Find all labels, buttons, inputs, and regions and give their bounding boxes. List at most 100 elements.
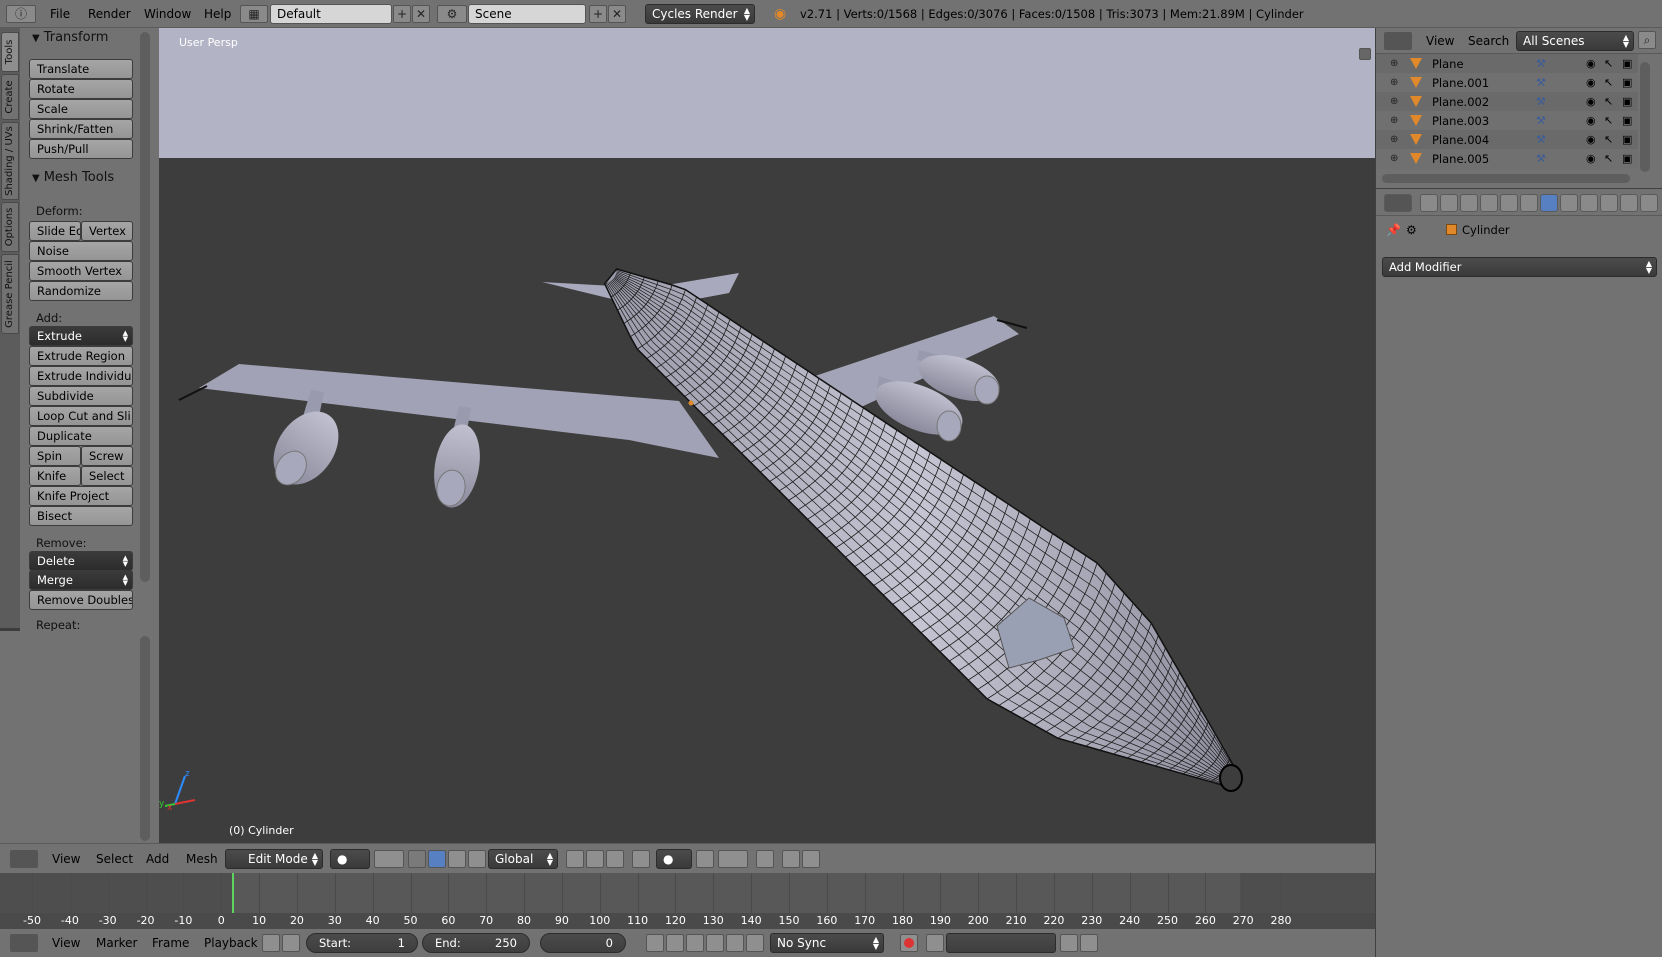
transform-panel-header[interactable]: ▼ Transform [32, 28, 108, 48]
scene-icon[interactable]: ⚙ [437, 5, 467, 23]
expand-icon[interactable]: ⊕ [1390, 73, 1398, 93]
texture-tab-icon[interactable] [1600, 194, 1618, 212]
visibility-eye-icon[interactable]: ◉ [1586, 130, 1596, 150]
tool-shelf-scrollbar[interactable] [140, 32, 150, 582]
visibility-eye-icon[interactable]: ◉ [1586, 54, 1596, 74]
selectability-cursor-icon[interactable]: ↖ [1604, 73, 1613, 93]
lock-frame-icon[interactable] [282, 934, 300, 952]
slide-vertex-button[interactable]: Vertex [81, 221, 133, 241]
particles-tab-icon[interactable] [1620, 194, 1638, 212]
scale-button[interactable]: Scale [29, 99, 133, 119]
selectability-cursor-icon[interactable]: ↖ [1604, 92, 1613, 112]
material-tab-icon[interactable] [1580, 194, 1598, 212]
add-modifier-dropdown[interactable]: Add Modifier ▲ ▼ [1382, 257, 1657, 277]
slide-edge-button[interactable]: Slide Ed [29, 221, 81, 241]
tab-grease-pencil[interactable]: Grease Pencil [1, 254, 19, 334]
jump-start-icon[interactable] [646, 934, 664, 952]
remove-scene-icon[interactable]: ✕ [608, 5, 626, 23]
visibility-eye-icon[interactable]: ◉ [1586, 73, 1596, 93]
extrude-region-button[interactable]: Extrude Region [29, 346, 133, 366]
translate-manipulator-icon[interactable] [428, 850, 446, 868]
smooth-vertex-button[interactable]: Smooth Vertex [29, 261, 133, 281]
screw-button[interactable]: Screw [81, 446, 133, 466]
extrude-dropdown[interactable]: Extrude ▲ ▼ [29, 326, 133, 346]
scenes-dropdown[interactable]: All Scenes ▲ ▼ [1516, 31, 1634, 51]
menu-view[interactable]: View [52, 928, 80, 957]
prev-keyframe-icon[interactable] [666, 934, 684, 952]
expand-icon[interactable]: ⊕ [1390, 149, 1398, 169]
spin-button[interactable]: Spin [29, 446, 81, 466]
current-frame-indicator[interactable] [232, 873, 234, 913]
bisect-button[interactable]: Bisect [29, 506, 133, 526]
outliner-horizontal-scrollbar[interactable] [1382, 174, 1630, 183]
knife-select-button[interactable]: Select [81, 466, 133, 486]
outliner-row[interactable]: ⊕ Plane.003 ⚒ ◉ ↖ ▣ [1376, 111, 1638, 131]
menu-render[interactable]: Render [88, 0, 131, 28]
outliner-row[interactable]: ⊕ Plane.004 ⚒ ◉ ↖ ▣ [1376, 130, 1638, 150]
keying-set-field[interactable] [946, 933, 1056, 953]
menu-view[interactable]: View [52, 844, 80, 874]
world-tab-icon[interactable] [1480, 194, 1498, 212]
delete-keyframe-icon[interactable] [1080, 934, 1098, 952]
add-scene-icon[interactable]: + [589, 5, 607, 23]
selectability-cursor-icon[interactable]: ↖ [1604, 111, 1613, 131]
render-camera-icon[interactable]: ▣ [1622, 149, 1632, 169]
record-icon[interactable] [900, 934, 918, 952]
visibility-eye-icon[interactable]: ◉ [1586, 111, 1596, 131]
render-preview-icon[interactable] [782, 850, 800, 868]
render-tab-icon[interactable] [1420, 194, 1438, 212]
orientation-dropdown[interactable]: Global ▲ ▼ [488, 849, 558, 869]
menu-marker[interactable]: Marker [96, 928, 137, 957]
pivot-point-icon[interactable] [374, 850, 404, 868]
constraints-tab-icon[interactable] [1520, 194, 1538, 212]
render-camera-icon[interactable]: ▣ [1622, 92, 1632, 112]
scene-field[interactable]: Scene [468, 4, 586, 24]
menu-view[interactable]: View [1426, 27, 1454, 55]
mode-dropdown[interactable]: Edit Mode ▲ ▼ [225, 849, 323, 869]
visibility-eye-icon[interactable]: ◉ [1586, 149, 1596, 169]
loop-cut-button[interactable]: Loop Cut and Sli... [29, 406, 133, 426]
selectability-cursor-icon[interactable]: ↖ [1604, 149, 1613, 169]
duplicate-button[interactable]: Duplicate [29, 426, 133, 446]
push-pull-button[interactable]: Push/Pull [29, 139, 133, 159]
render-camera-icon[interactable]: ▣ [1622, 73, 1632, 93]
jump-end-icon[interactable] [746, 934, 764, 952]
airplane-model[interactable] [159, 28, 1375, 843]
render-animation-icon[interactable] [802, 850, 820, 868]
subdivide-button[interactable]: Subdivide [29, 386, 133, 406]
delete-dropdown[interactable]: Delete ▲ ▼ [29, 551, 133, 571]
modifiers-tab-icon[interactable] [1540, 194, 1558, 212]
current-frame-field[interactable]: 0 [540, 933, 626, 953]
insert-keyframe-icon[interactable] [1060, 934, 1078, 952]
menu-add[interactable]: Add [146, 844, 169, 874]
preview-range-icon[interactable] [262, 934, 280, 952]
menu-search[interactable]: Search [1468, 27, 1509, 55]
remove-screen-icon[interactable]: ✕ [412, 5, 430, 23]
end-frame-field[interactable]: End: 250 [422, 933, 530, 953]
operator-panel-scrollbar[interactable] [140, 636, 150, 841]
proportional-edit-dropdown[interactable]: ● [656, 849, 692, 869]
outliner-scrollbar[interactable] [1640, 62, 1650, 172]
3d-viewport[interactable]: User Persp z y x (0) Cylinder [159, 28, 1375, 843]
expand-icon[interactable]: ⊕ [1390, 92, 1398, 112]
menu-help[interactable]: Help [204, 0, 231, 28]
rotate-manipulator-icon[interactable] [448, 850, 466, 868]
rotate-button[interactable]: Rotate [29, 79, 133, 99]
snap-element-icon[interactable] [718, 850, 748, 868]
knife-button[interactable]: Knife [29, 466, 81, 486]
object-tab-icon[interactable] [1500, 194, 1518, 212]
outliner-row[interactable]: ⊕ Plane ⚒ ◉ ↖ ▣ [1376, 54, 1638, 74]
menu-playback[interactable]: Playback [204, 928, 258, 957]
render-engine-dropdown[interactable]: Cycles Render ▲ ▼ [645, 4, 755, 24]
selectability-cursor-icon[interactable]: ↖ [1604, 130, 1613, 150]
menu-mesh[interactable]: Mesh [186, 844, 218, 874]
mesh-tools-panel-header[interactable]: ▼ Mesh Tools [32, 168, 114, 188]
manipulator-toggle-icon[interactable] [408, 850, 426, 868]
play-icon[interactable] [706, 934, 724, 952]
play-reverse-icon[interactable] [686, 934, 704, 952]
scene-tab-icon[interactable] [1460, 194, 1478, 212]
physics-tab-icon[interactable] [1640, 194, 1658, 212]
expand-icon[interactable]: ⊕ [1390, 54, 1398, 74]
remove-doubles-button[interactable]: Remove Doubles [29, 590, 133, 610]
shading-dropdown[interactable]: ● [330, 849, 370, 869]
